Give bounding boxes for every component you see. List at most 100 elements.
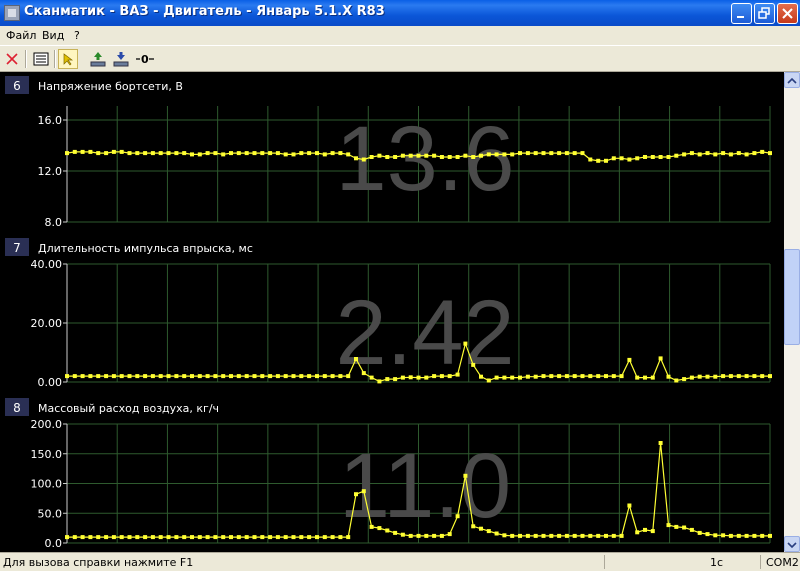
data-point: [104, 374, 109, 379]
pointer-button[interactable]: [58, 49, 78, 69]
data-point: [611, 156, 616, 161]
data-point: [354, 357, 358, 361]
data-point: [354, 156, 358, 161]
data-point: [244, 374, 249, 379]
data-point: [338, 374, 343, 379]
data-point: [377, 153, 382, 158]
data-point: [471, 362, 476, 367]
menu-file[interactable]: Файл: [6, 29, 36, 42]
data-point: [643, 155, 647, 159]
data-point: [674, 378, 679, 383]
scroll-up-button[interactable]: [784, 72, 800, 88]
data-point: [697, 374, 702, 379]
data-point: [150, 374, 155, 379]
data-point: [627, 157, 632, 162]
data-point: [377, 379, 382, 384]
data-point: [135, 151, 140, 156]
scroll-down-button[interactable]: [784, 536, 800, 552]
data-point: [400, 153, 405, 158]
data-point: [564, 533, 569, 538]
zero-icon: 0: [136, 53, 154, 66]
menu-view[interactable]: Вид: [42, 29, 64, 42]
zero-button[interactable]: 0: [134, 49, 154, 69]
data-point: [307, 151, 312, 156]
data-point: [549, 151, 554, 156]
data-point: [111, 535, 116, 540]
toolbar: 0: [0, 45, 800, 72]
panel-7: 7 Длительность импульса впрыска, мс 40.00 2…: [5, 238, 772, 389]
data-point: [510, 533, 515, 538]
data-point: [557, 374, 562, 379]
data-point: [736, 151, 741, 156]
data-point: [338, 535, 343, 540]
data-point: [502, 375, 507, 380]
data-point: [643, 527, 647, 532]
data-point: [346, 374, 351, 379]
data-point: [760, 533, 765, 538]
data-point: [525, 533, 530, 538]
data-point: [604, 374, 608, 379]
vertical-scrollbar[interactable]: [784, 72, 800, 552]
data-point: [88, 374, 93, 379]
panel-title: Напряжение бортсети, В: [38, 80, 183, 93]
data-point: [197, 535, 202, 540]
data-point: [682, 525, 687, 530]
minimize-icon: [737, 16, 744, 18]
data-point: [580, 374, 585, 379]
data-point: [268, 374, 273, 379]
chevron-up-icon: [787, 77, 797, 84]
data-point: [150, 151, 155, 156]
status-port: COM2: [766, 556, 799, 569]
data-point: [315, 535, 319, 540]
data-point: [471, 524, 476, 529]
data-point: [307, 535, 312, 540]
data-point: [689, 527, 694, 532]
close-window-button[interactable]: [777, 3, 798, 24]
data-point: [518, 533, 522, 538]
data-point: [205, 151, 210, 156]
data-point: [744, 533, 749, 538]
data-point: [65, 151, 69, 156]
data-point: [322, 152, 327, 157]
data-point: [346, 535, 351, 540]
menu-help[interactable]: ?: [74, 29, 80, 42]
data-point: [330, 374, 335, 379]
upload-button[interactable]: [88, 49, 108, 69]
data-point: [689, 151, 694, 156]
data-point: [174, 374, 179, 379]
panel-title: Массовый расход воздуха, кг/ч: [38, 402, 219, 415]
data-point: [635, 530, 640, 535]
list-button[interactable]: [31, 49, 51, 69]
data-point: [229, 535, 233, 540]
data-point: [104, 151, 109, 156]
data-point: [96, 374, 101, 379]
minimize-button[interactable]: [731, 3, 752, 24]
y-tick-label: 12.0: [38, 165, 63, 178]
stop-button[interactable]: [2, 49, 22, 69]
data-point: [111, 374, 116, 379]
data-point: [541, 533, 546, 538]
data-point: [408, 375, 413, 380]
data-point: [260, 374, 265, 379]
data-point: [549, 374, 554, 379]
download-button[interactable]: [111, 49, 131, 69]
restore-button[interactable]: [754, 3, 775, 24]
data-point: [557, 533, 562, 538]
scroll-thumb[interactable]: [784, 249, 800, 345]
data-point: [361, 157, 366, 162]
data-point: [713, 374, 718, 379]
data-point: [205, 374, 210, 379]
data-point: [127, 151, 132, 156]
data-point: [533, 151, 538, 156]
data-point: [369, 524, 374, 529]
panel-number: 7: [13, 241, 21, 255]
data-point: [205, 535, 210, 540]
data-point: [275, 535, 280, 540]
data-point: [768, 151, 772, 156]
data-point: [736, 533, 741, 538]
data-point: [315, 374, 319, 379]
data-point: [268, 151, 273, 156]
data-point: [744, 374, 749, 379]
data-point: [111, 149, 116, 154]
data-point: [283, 374, 288, 379]
